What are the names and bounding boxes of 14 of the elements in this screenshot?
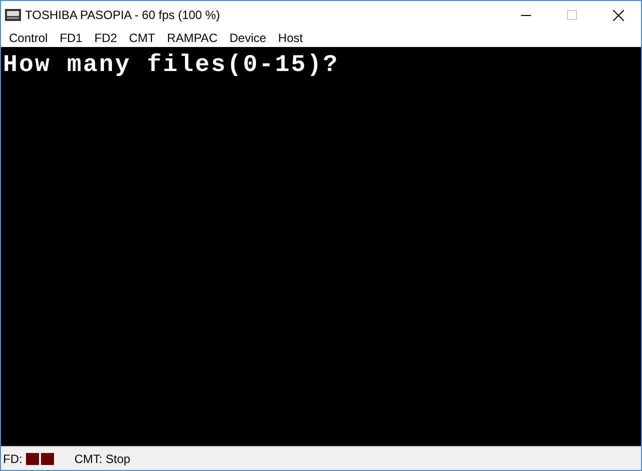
maximize-icon xyxy=(567,10,577,20)
cmt-status: CMT: Stop xyxy=(74,450,130,468)
app-icon xyxy=(5,9,21,21)
menu-item[interactable]: FD1 xyxy=(54,29,88,47)
menu-item[interactable]: Control xyxy=(3,29,54,47)
menu-item[interactable]: Host xyxy=(272,29,309,47)
menu-item[interactable]: RAMPAC xyxy=(161,29,224,47)
window-title: TOSHIBA PASOPIA - 60 fps (100 %) xyxy=(25,7,220,24)
menu-item[interactable]: FD2 xyxy=(88,29,124,47)
close-icon xyxy=(612,10,624,20)
screen-text: How many files(0-15)? xyxy=(3,53,340,79)
fd-label: FD: xyxy=(3,450,22,468)
menu-item[interactable]: CMT xyxy=(123,29,162,47)
menu-item[interactable]: Device xyxy=(223,29,272,47)
